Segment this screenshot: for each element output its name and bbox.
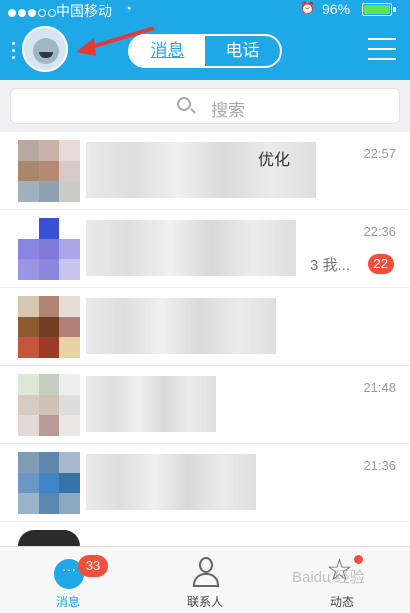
list-item[interactable]: 3 我... 22:36 22 [0,210,410,288]
unread-badge: 22 [367,254,394,274]
conversation-list: 优化 22:57 3 我... 22:36 22 21:48 21:36 [0,132,410,546]
watermark: Baidu 经验 [292,569,365,586]
tab-label: 动态 [329,595,354,609]
contact-avatar [18,296,80,358]
contact-avatar [18,452,80,514]
alarm-icon: ⏰ [300,1,315,15]
conversation-time: 22:57 [363,146,396,161]
status-bar: 中国移动 ◔ ⏰ 96% [0,0,410,20]
blurred-preview [86,454,256,510]
blurred-preview [86,298,276,354]
conversation-snippet: 3 我... [309,257,350,274]
conversation-time: 22:36 [363,224,396,239]
notification-dot [354,555,363,564]
person-icon [191,557,221,589]
list-item[interactable] [0,522,410,546]
contact-avatar [18,374,80,436]
carrier-name: 中国移动 [56,3,112,19]
tab-label: 联系人 [186,595,223,609]
menu-icon[interactable] [368,38,396,60]
conversation-time: 21:36 [363,458,396,473]
list-item[interactable]: 21:36 [0,444,410,522]
drawer-dots-icon[interactable] [12,42,16,60]
signal-icon [8,4,58,20]
tab-label: 消息 [55,595,80,609]
battery-icon [362,3,396,16]
blurred-preview [86,220,296,276]
tab-messages[interactable]: 消息 [130,36,205,66]
conversation-title: 优化 [258,152,291,169]
blurred-preview [86,376,216,432]
list-item[interactable]: 优化 22:57 [0,132,410,210]
tab-contacts[interactable]: 联系人 [155,547,255,613]
list-item[interactable] [0,288,410,366]
search-area: 搜索 [0,80,410,132]
segment-control: 消息 电话 [128,34,282,68]
wifi-icon: ◔ [124,1,132,16]
tab-phone[interactable]: 电话 [205,36,280,66]
search-placeholder: 搜索 [211,101,245,120]
conversation-time: 21:48 [363,380,396,395]
search-input[interactable]: 搜索 [10,88,400,124]
top-bar: 中国移动 ◔ ⏰ 96% 消息 电话 [0,0,410,80]
search-icon [177,97,191,111]
list-item[interactable]: 21:48 [0,366,410,444]
unread-total-badge: 33 [78,555,108,577]
avatar[interactable] [22,26,68,72]
contact-avatar [18,218,80,280]
contact-avatar [18,530,80,546]
contact-avatar [18,140,80,202]
battery-percent: 96% [322,1,351,17]
tab-messages-bottom[interactable]: 33 消息 [18,547,118,613]
